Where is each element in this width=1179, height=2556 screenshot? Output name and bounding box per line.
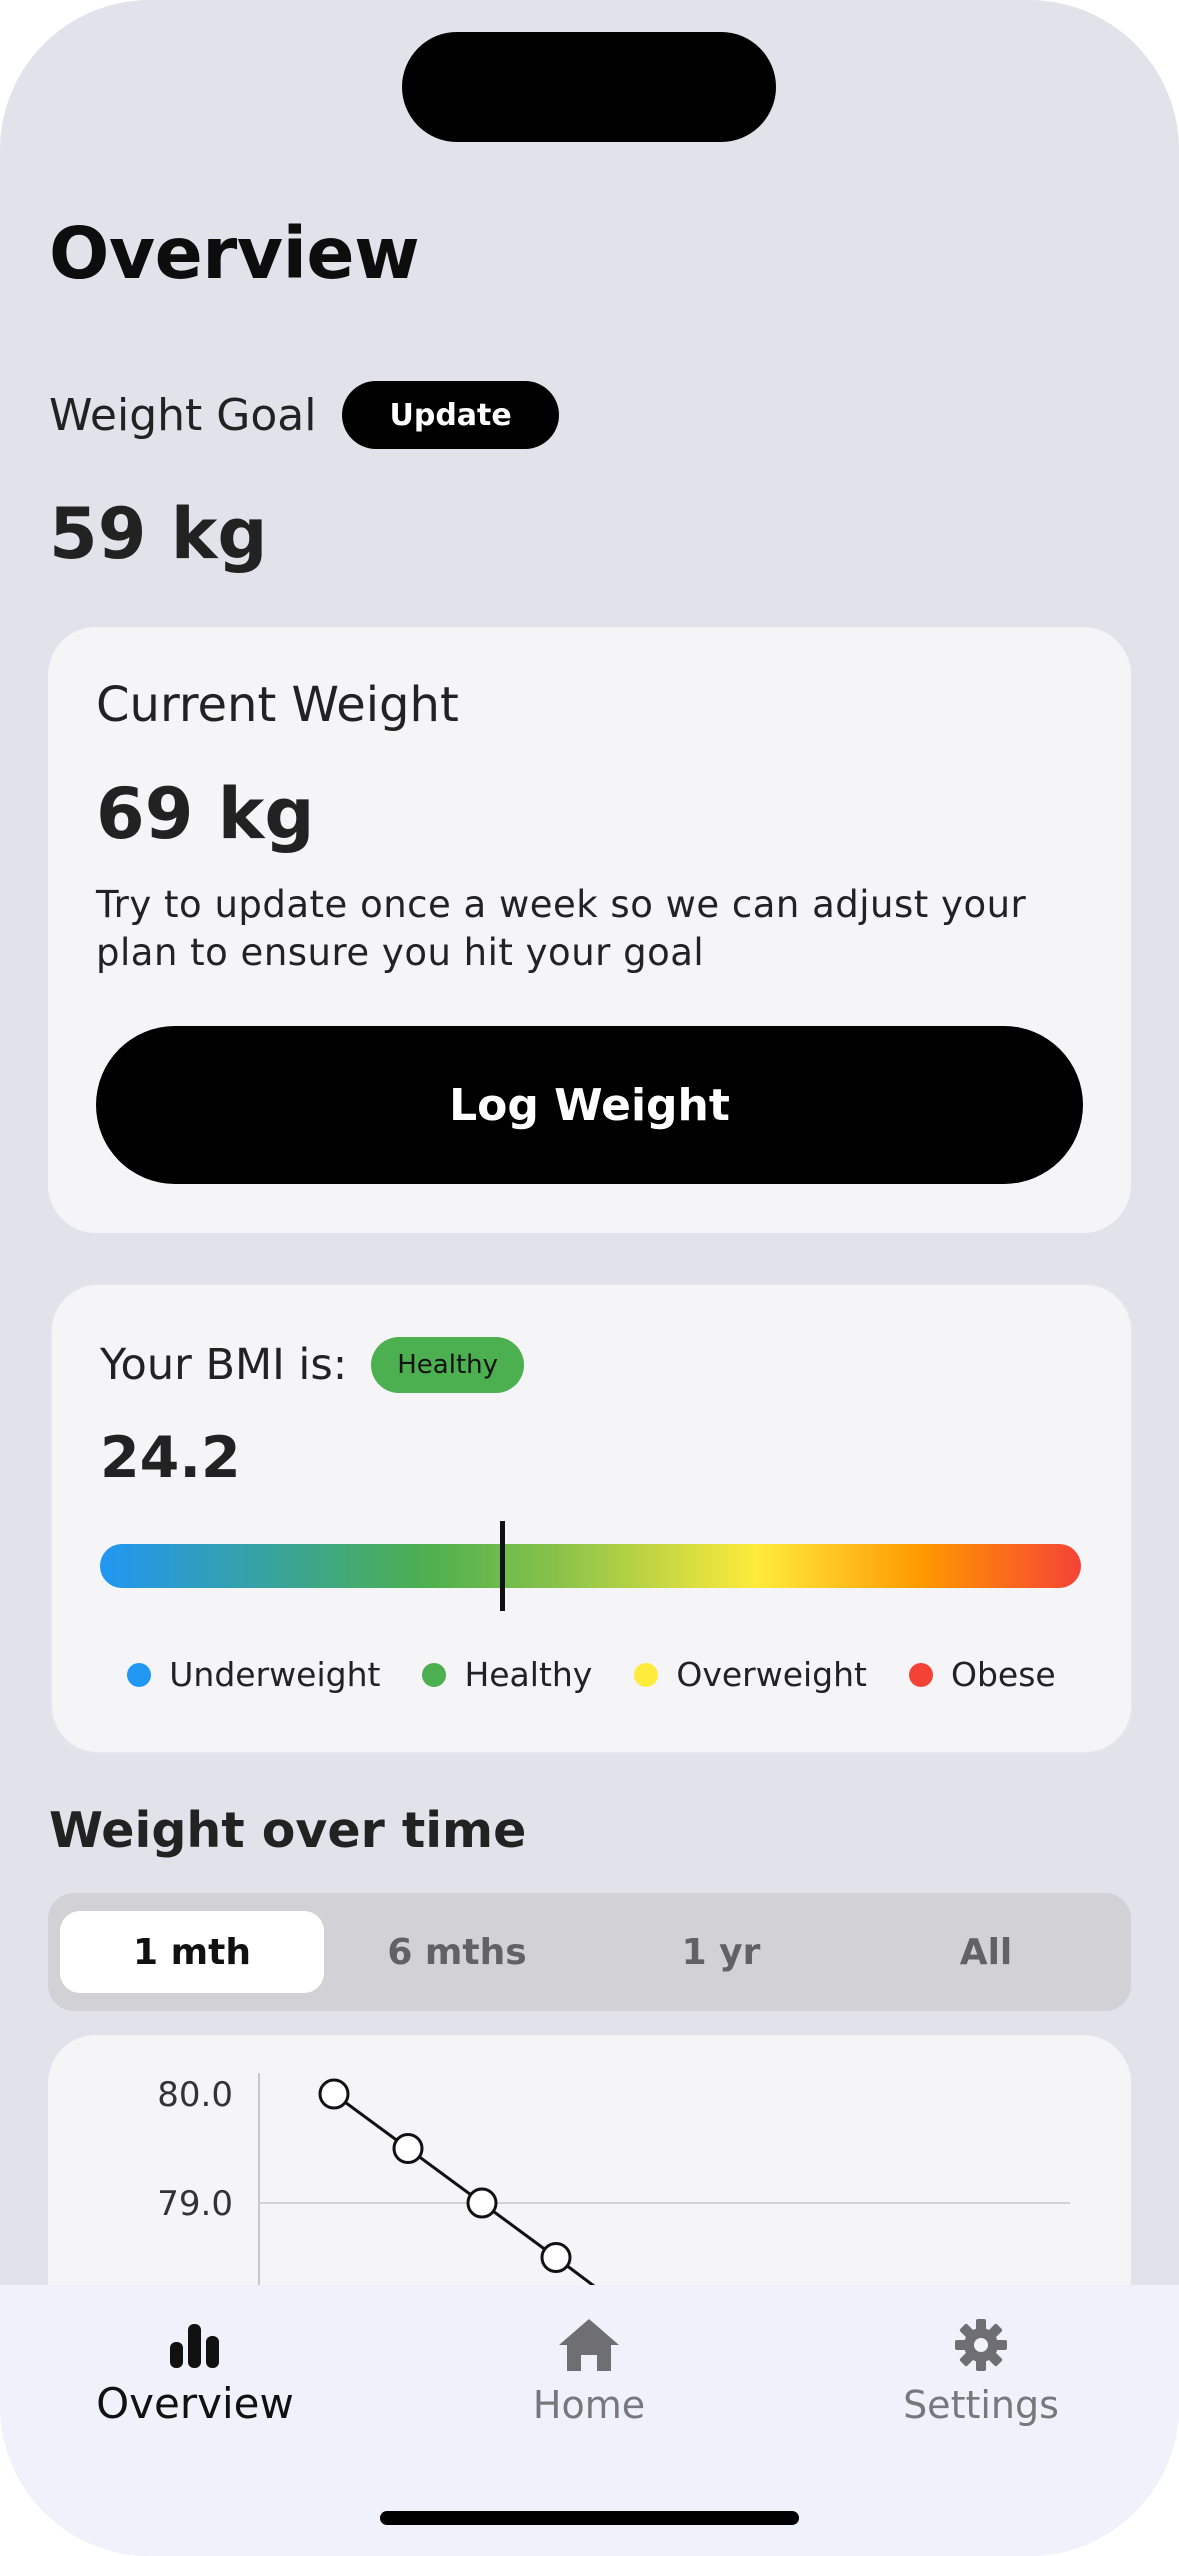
dynamic-island (402, 32, 776, 142)
bmi-legend-item: Obese (908, 1655, 1056, 1694)
bmi-legend-item: Overweight (634, 1655, 867, 1694)
y-tick-label: 80.0 (157, 2075, 233, 2115)
data-point (318, 2078, 350, 2110)
home-indicator (380, 2511, 799, 2525)
update-goal-button[interactable]: Update (342, 381, 559, 449)
tab-overview[interactable]: Overview (65, 2315, 325, 2428)
bmi-card: Your BMI is: Healthy 24.2 Underweight Hea… (50, 1283, 1133, 1754)
weight-goal-label: Weight Goal (49, 389, 317, 441)
gear-icon (953, 2315, 1009, 2375)
bmi-legend: Underweight Healthy Overweight Obese (52, 1655, 1131, 1694)
range-tab[interactable]: 6 mths (325, 1911, 589, 1993)
range-tab[interactable]: All (854, 1911, 1118, 1993)
tab-settings[interactable]: Settings (851, 2315, 1111, 2427)
range-tab[interactable]: 1 yr (589, 1911, 853, 1993)
bar-chart-icon (168, 2315, 222, 2375)
tab-label: Home (532, 2383, 646, 2427)
bmi-status-badge: Healthy (371, 1337, 525, 1393)
weight-goal-value: 59 kg (49, 493, 268, 575)
bmi-legend-item: Healthy (422, 1655, 592, 1694)
current-weight-description: Try to update once a week so we can adju… (96, 883, 1027, 974)
bmi-legend-label: Healthy (464, 1655, 593, 1694)
range-tab[interactable]: 1 mth (60, 1911, 324, 1993)
data-point (392, 2133, 424, 2164)
tab-label: Settings (903, 2383, 1059, 2427)
phone-screen: Overview Weight Goal Update 59 kg Curren… (0, 0, 1179, 2556)
data-point (540, 2242, 572, 2273)
current-weight-card: Current Weight 69 kg Try to update once … (48, 627, 1131, 1233)
tab-label: Overview (96, 2379, 294, 2428)
data-point (466, 2187, 498, 2219)
log-weight-button[interactable]: Log Weight (96, 1026, 1083, 1184)
home-icon (557, 2315, 621, 2375)
y-tick-label: 79.0 (157, 2184, 233, 2224)
weight-over-time-title: Weight over time (49, 1802, 527, 1859)
time-range-selector: 1 mth 6 mths 1 yr All (48, 1893, 1131, 2011)
legend-dot-icon (634, 1662, 659, 1687)
bmi-marker (500, 1521, 506, 1611)
bmi-value: 24.2 (100, 1425, 241, 1491)
weight-goal-row: Weight Goal Update (49, 380, 559, 450)
current-weight-title: Current Weight (96, 677, 459, 733)
bmi-label: Your BMI is: (100, 1340, 348, 1390)
bmi-scale-bar (100, 1544, 1081, 1588)
bmi-header: Your BMI is: Healthy (100, 1337, 525, 1393)
legend-dot-icon (127, 1662, 152, 1687)
current-weight-value: 69 kg (96, 773, 315, 855)
legend-dot-icon (908, 1662, 933, 1687)
legend-dot-icon (422, 1662, 447, 1687)
bmi-legend-item: Underweight (127, 1655, 380, 1694)
bmi-legend-label: Overweight (676, 1655, 867, 1694)
page-title: Overview (49, 212, 420, 295)
tab-home[interactable]: Home (459, 2315, 719, 2427)
bmi-legend-label: Underweight (169, 1655, 381, 1694)
bmi-legend-label: Obese (950, 1655, 1056, 1694)
